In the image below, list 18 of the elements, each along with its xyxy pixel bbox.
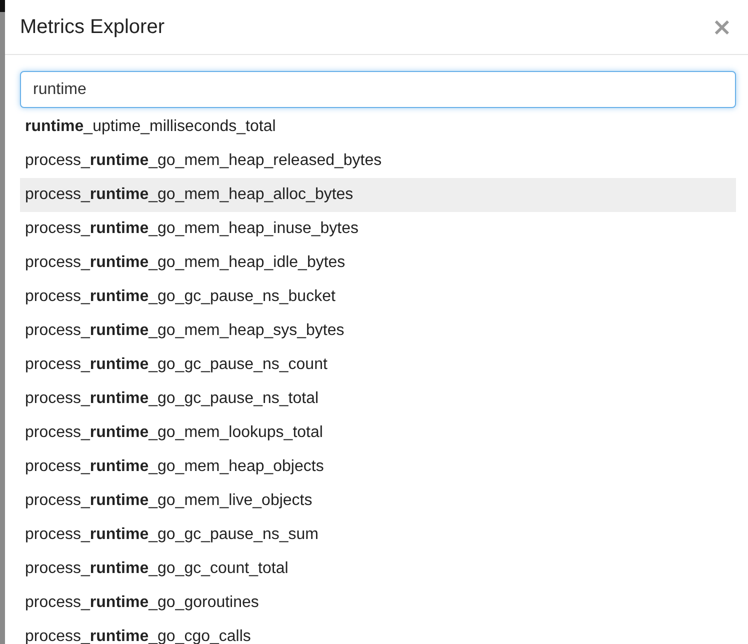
metric-item[interactable]: process_runtime_go_gc_pause_ns_sum xyxy=(20,518,736,552)
metric-item[interactable]: runtime_uptime_milliseconds_total xyxy=(20,110,736,144)
metric-item[interactable]: process_runtime_go_mem_heap_sys_bytes xyxy=(20,314,736,348)
metric-item[interactable]: process_runtime_go_mem_heap_released_bytes xyxy=(20,144,736,178)
metric-item[interactable]: process_runtime_go_mem_lookups_total xyxy=(20,416,736,450)
metric-item[interactable]: process_runtime_go_gc_count_total xyxy=(20,552,736,586)
metric-item[interactable]: process_runtime_go_mem_heap_inuse_bytes xyxy=(20,212,736,246)
metric-item[interactable]: process_runtime_go_mem_heap_idle_bytes xyxy=(20,246,736,280)
metric-item[interactable]: process_runtime_go_gc_pause_ns_bucket xyxy=(20,280,736,314)
metric-item[interactable]: process_runtime_go_gc_pause_ns_count xyxy=(20,348,736,382)
metric-item[interactable]: process_runtime_go_mem_heap_alloc_bytes xyxy=(20,178,736,212)
metric-item[interactable]: process_runtime_go_mem_heap_objects xyxy=(20,450,736,484)
dialog-title: Metrics Explorer xyxy=(20,16,164,38)
metric-item[interactable]: process_runtime_go_cgo_calls xyxy=(20,620,736,644)
search-field[interactable]: runtime xyxy=(20,71,736,108)
metric-item[interactable]: process_runtime_go_mem_live_objects xyxy=(20,484,736,518)
metric-item[interactable]: process_runtime_go_gc_pause_ns_total xyxy=(20,382,736,416)
metric-item[interactable]: process_runtime_go_goroutines xyxy=(20,586,736,620)
